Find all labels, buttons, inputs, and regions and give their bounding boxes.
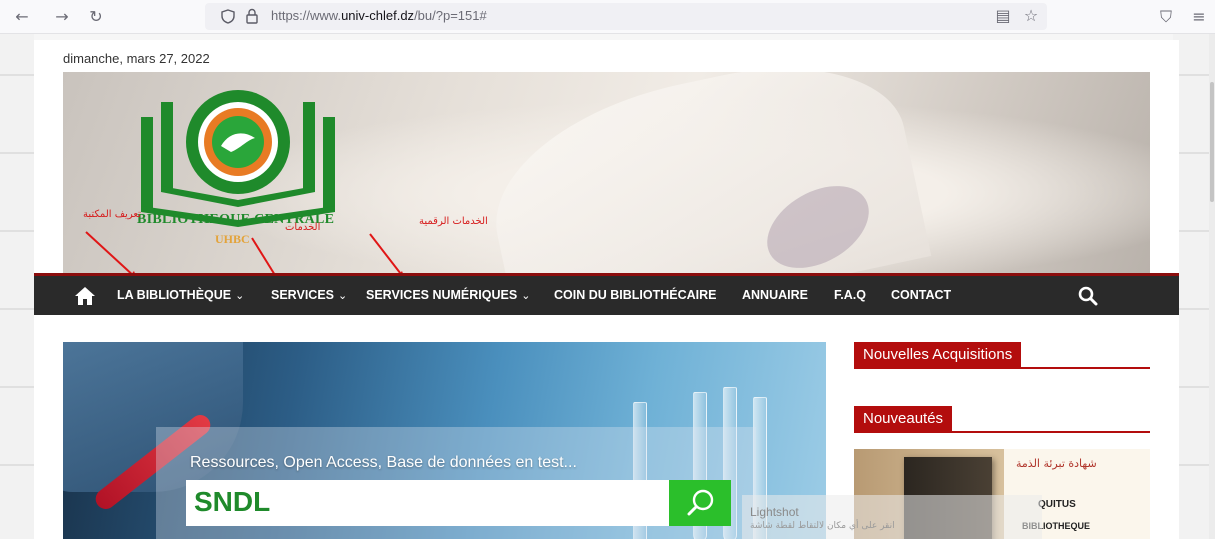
nav-item-coin-du-bibliothecaire[interactable]: COIN DU BIBLIOTHÉCAIRE — [554, 276, 717, 315]
thumbnail-title-line1: QUITUS — [1038, 499, 1076, 510]
nav-item-services-numeriques[interactable]: SERVICES NUMÉRIQUES ⌄ — [366, 276, 530, 315]
page-scrollbar[interactable] — [1209, 34, 1215, 539]
site-container: dimanche, mars 27, 2022 BIBLIOTHEQUE CEN… — [34, 40, 1179, 539]
lightshot-overlay: Lightshot انقر على أي مكان لالتقاط لقطة … — [742, 495, 1042, 539]
nav-label: SERVICES NUMÉRIQUES — [366, 288, 518, 302]
pocket-icon[interactable]: ⛉ — [1154, 5, 1178, 29]
lock-icon[interactable] — [245, 8, 259, 24]
resource-search-input[interactable]: SNDL — [186, 480, 669, 526]
home-icon[interactable] — [74, 286, 96, 306]
nav-item-la-bibliotheque[interactable]: LA BIBLIOTHÈQUE ⌄ — [117, 276, 244, 315]
nav-item-services[interactable]: SERVICES ⌄ — [271, 276, 347, 315]
background-pattern-left — [0, 34, 34, 539]
popup-title: Lightshot — [750, 505, 799, 519]
nav-label: SERVICES — [271, 288, 334, 302]
forward-icon[interactable]: → — [50, 5, 74, 29]
back-icon[interactable]: ← — [10, 5, 34, 29]
shield-icon[interactable] — [221, 9, 235, 24]
chevron-down-icon: ⌄ — [338, 290, 348, 302]
chevron-down-icon: ⌄ — [235, 290, 245, 302]
magnifier-icon — [687, 489, 714, 516]
resource-search-button[interactable] — [669, 480, 731, 526]
nav-label: LA BIBLIOTHÈQUE — [117, 288, 232, 302]
bookmark-star-icon[interactable]: ☆ — [1019, 4, 1043, 28]
nav-item-faq[interactable]: F.A.Q — [834, 276, 866, 315]
app-menu-icon[interactable]: ≡ — [1187, 5, 1211, 29]
scroll-thumb[interactable] — [1210, 82, 1214, 202]
reload-icon[interactable]: ↻ — [84, 5, 108, 29]
slider-caption: Ressources, Open Access, Base de données… — [190, 454, 577, 471]
nav-item-contact[interactable]: CONTACT — [891, 276, 951, 315]
url-text[interactable]: https://www.univ-chlef.dz/bu/?p=151# — [271, 8, 487, 23]
browser-toolbar: ← → ↻ https://www.univ-chlef.dz/bu/?p=15… — [0, 0, 1215, 34]
url-path: /bu/?p=151# — [414, 8, 487, 23]
widget-nouveautes: Nouveautés — [854, 406, 1150, 433]
widget-title-text: Nouveautés — [854, 406, 953, 431]
search-value: SNDL — [194, 486, 271, 517]
widget-nouvelles-acquisitions: Nouvelles Acquisitions — [854, 342, 1150, 369]
annotation-arrows — [85, 231, 406, 283]
url-prefix: https://www. — [271, 8, 342, 23]
reader-view-icon[interactable]: ▤ — [991, 4, 1015, 28]
widget-title-text: Nouvelles Acquisitions — [854, 342, 1022, 367]
search-icon[interactable] — [1078, 286, 1098, 306]
chevron-down-icon: ⌄ — [521, 290, 531, 302]
address-bar[interactable]: https://www.univ-chlef.dz/bu/?p=151# ▤ ☆ — [205, 3, 1047, 30]
nav-item-annuaire[interactable]: ANNUAIRE — [742, 276, 808, 315]
url-domain: univ-chlef.dz — [341, 8, 415, 23]
popup-text: انقر على أي مكان لالتقاط لقطة شاشة — [750, 521, 895, 531]
thumbnail-arabic-title: شهادة تبرئة الذمة — [1016, 457, 1097, 470]
main-navigation: LA BIBLIOTHÈQUE ⌄ SERVICES ⌄ SERVICES NUMÉ… — [34, 273, 1179, 315]
